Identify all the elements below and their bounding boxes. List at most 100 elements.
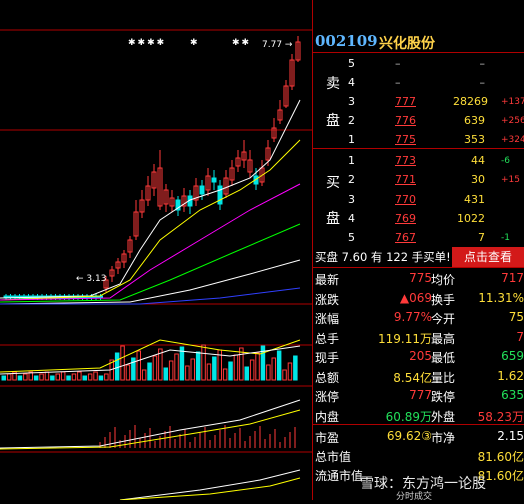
volume-bar [82, 375, 87, 381]
divider [313, 267, 524, 268]
view-details-button[interactable]: 点击查看 [452, 247, 524, 267]
level-price: 776 [395, 114, 416, 127]
quote-label: 内盘 [315, 409, 340, 424]
trade-banner-text: 买盘 7.60 有 122 手买单! [315, 250, 451, 264]
level-price: 773 [395, 154, 416, 167]
fundamental-label: 流通市值 [315, 469, 364, 483]
watermark-subtext: 分时成交 [396, 492, 433, 502]
buy-level-row[interactable]: 2 771 30 +15 [313, 169, 524, 190]
volume-bar [114, 352, 120, 381]
volume-bar [23, 373, 28, 381]
volume-bar [87, 373, 93, 381]
volume-bar [222, 368, 228, 381]
level-change: +15 [501, 175, 520, 185]
quote-label: 跌停 [431, 390, 456, 404]
level-price: 775 [395, 133, 416, 146]
fundamental-label: 市净 [431, 431, 456, 445]
volume-bar [293, 355, 298, 381]
chart-marker: ✱✱ [232, 38, 252, 48]
quote-value: 9.77% [393, 310, 432, 324]
buy-level-row[interactable]: 5 767 7 -1 [313, 227, 524, 248]
quote-label: 量比 [431, 370, 456, 385]
volume-bar [201, 344, 206, 381]
ma-line [0, 183, 301, 301]
level-price: – [395, 76, 401, 89]
buy-level-row[interactable]: 1 773 44 -6 [313, 150, 524, 171]
level-number: 4 [348, 76, 355, 89]
quote-label: 现手 [315, 351, 340, 365]
quote-value: 60.89万 [385, 409, 432, 424]
fundamental-label: 市盈 [315, 431, 340, 445]
volume-bar [212, 356, 217, 381]
high-price-label: 7.77 → [262, 40, 293, 50]
fundamental-label: 总市值 [315, 450, 352, 464]
volume-bar [152, 355, 158, 381]
level-price: 769 [395, 212, 416, 225]
quote-value: 659 [501, 349, 524, 363]
quote-label: 总手 [315, 331, 340, 346]
fundamental-row: 总市值 81.60亿 [313, 446, 524, 465]
volume-bar [147, 362, 152, 381]
sell-level-row[interactable]: 5 – – [313, 53, 524, 74]
quote-value: 1.62 [497, 368, 524, 383]
quote-row: 最新 775 均价 717 [313, 269, 524, 288]
stock-code: 002109 [315, 32, 378, 50]
kline-svg: ← 3.13 7.77 → [0, 29, 312, 501]
indicator-lines [0, 399, 301, 501]
fundamental-value: 81.60亿 [477, 450, 524, 464]
sell-level-row[interactable]: 1 775 353 +324 [313, 129, 524, 150]
quote-value: 11.31% [478, 290, 524, 305]
sell-level-row[interactable]: 3 777 28269 +137 [313, 91, 524, 112]
quote-row: 总手 119.11万 最高 7 [313, 328, 524, 347]
volume-bar [93, 371, 98, 381]
sell-level-row[interactable]: 2 776 639 +256 [313, 110, 524, 131]
volume-bar [71, 373, 77, 381]
quote-value: 205 [409, 349, 432, 363]
quote-value: 635 [501, 388, 524, 402]
level-number: 3 [348, 95, 355, 108]
volume-bar [120, 345, 125, 381]
quote-row: 涨跌 ▲069 换手 11.31% [313, 289, 524, 308]
level-change: -1 [501, 233, 510, 243]
volume-bar [282, 369, 287, 381]
level-number: 3 [348, 193, 355, 206]
level-number: 4 [348, 212, 355, 225]
volume-bar [276, 350, 282, 381]
quote-label: 涨停 [315, 390, 340, 404]
volume-bar [271, 357, 276, 381]
kline-chart[interactable]: ← 3.13 7.77 → ✱✱✱✱ ✱ ✱✱ [0, 0, 312, 501]
quote-label: 均价 [431, 273, 456, 287]
chart-marker: ✱✱✱✱ [128, 38, 167, 48]
sell-level-row[interactable]: 4 – – [313, 72, 524, 93]
volume-bar [44, 371, 50, 381]
quote-value: 777 [409, 388, 432, 402]
buy-level-row[interactable]: 3 770 431 [313, 189, 524, 210]
stock-header[interactable]: 002109 兴化股份 [315, 30, 524, 52]
level-volume: 30 [471, 173, 485, 186]
chart-marker: ✱ [190, 38, 200, 48]
level-change: +137 [501, 97, 524, 107]
quote-value: 7 [516, 329, 524, 344]
volume-bar [163, 367, 168, 381]
buy-level-row[interactable]: 4 769 1022 [313, 208, 524, 229]
quote-value: 8.54亿 [393, 370, 432, 385]
volume-bar [174, 353, 179, 381]
volume-bar [136, 350, 141, 381]
quote-row: 涨停 777 跌停 635 [313, 386, 524, 405]
volume-bar [125, 364, 131, 381]
trade-banner: 买盘 7.60 有 122 手买单! 点击查看 [313, 247, 524, 267]
fundamental-value: 69.62③ [386, 429, 432, 443]
volume-bar [179, 346, 185, 381]
volume-bar [39, 373, 44, 381]
volume-bar [33, 375, 39, 381]
volume-bar [185, 365, 190, 381]
volume-bar [168, 360, 174, 381]
volume-bar [1, 375, 6, 381]
volume-bar [195, 351, 201, 381]
quote-value: 119.11万 [378, 331, 432, 346]
volume-bar [239, 347, 244, 381]
volume-bar [6, 373, 12, 381]
moving-average-lines [0, 99, 301, 305]
quote-panel: 002109 兴化股份 卖 盘 5– –4– –3 777 28269 +137 2 776 6… [313, 0, 524, 500]
volume-bar [206, 363, 212, 381]
